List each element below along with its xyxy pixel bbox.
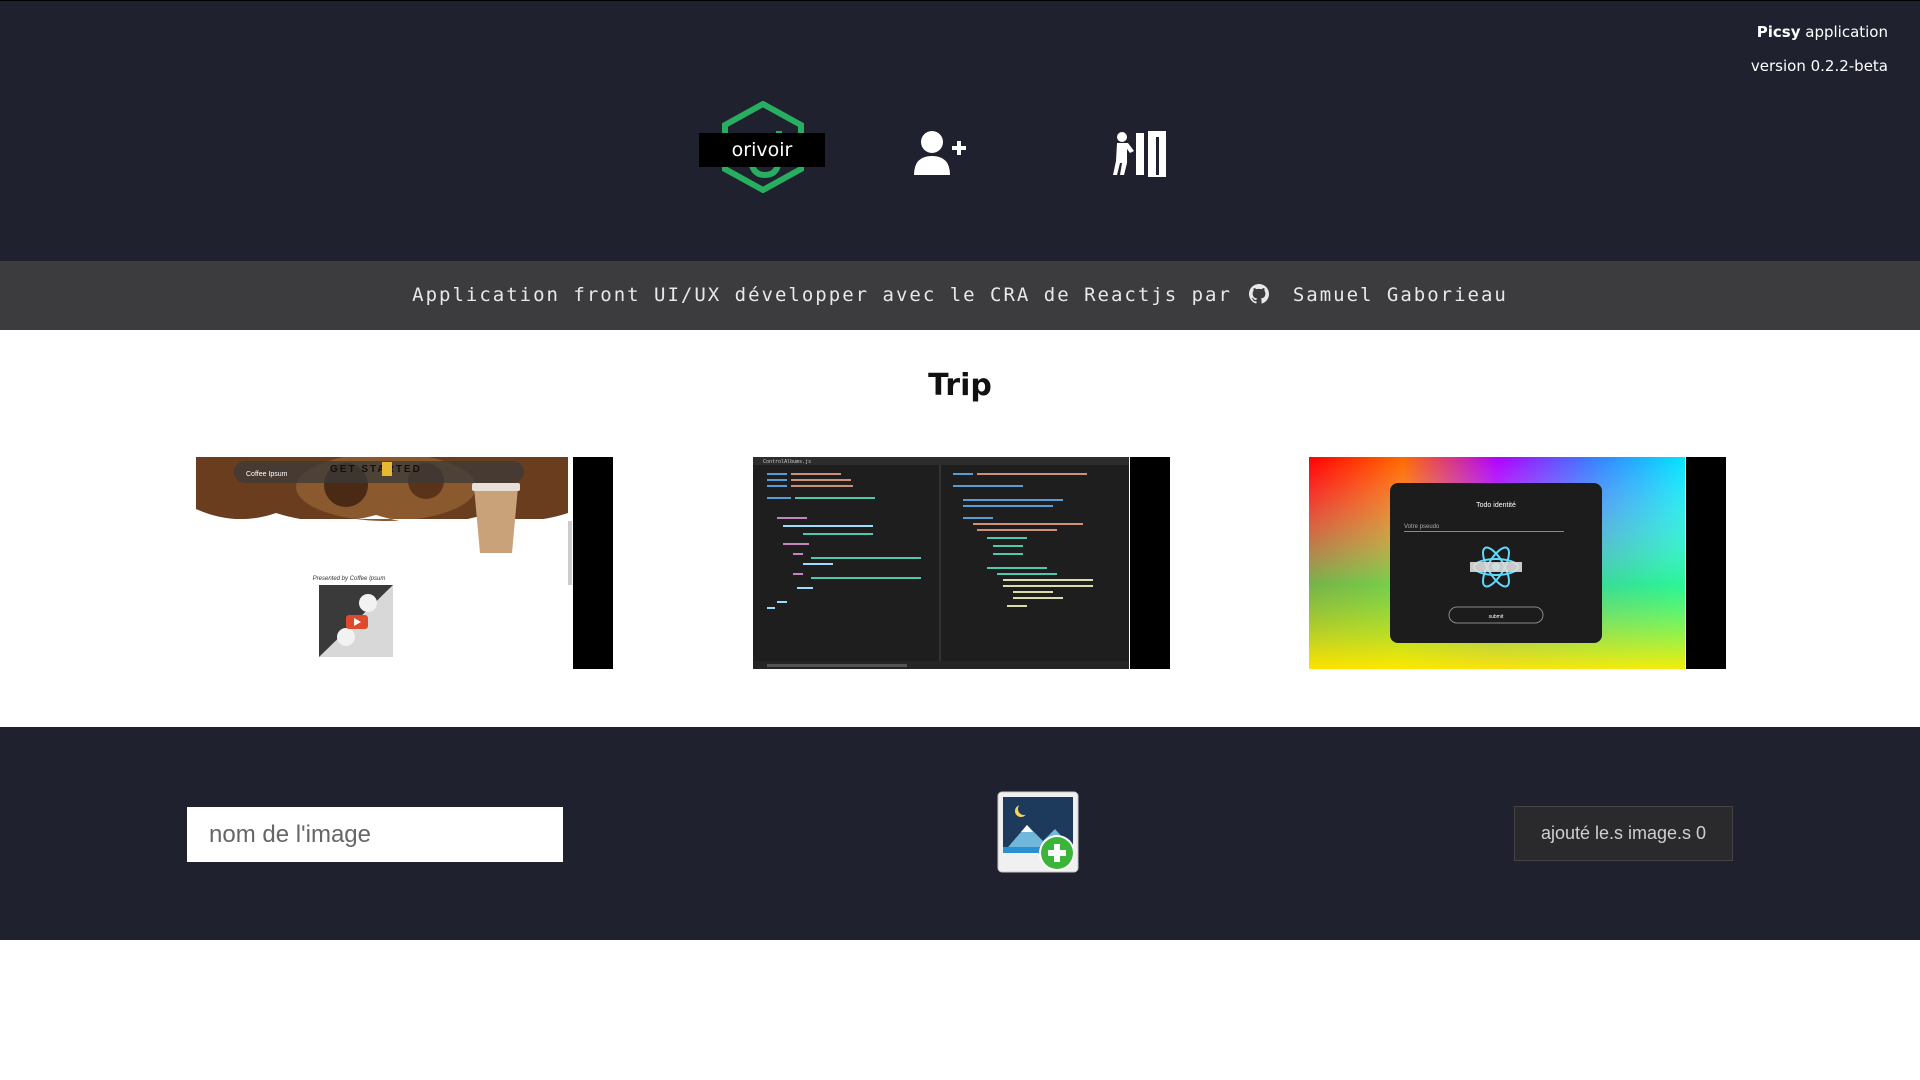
add-image-button[interactable] (997, 791, 1079, 873)
upload-images-button[interactable]: ajouté le.s image.s 0 (1514, 806, 1733, 861)
identity-form-preview: Todo identité Votre pseudo submit (1309, 457, 1685, 669)
author-link[interactable]: Samuel Gaborieau (1293, 284, 1508, 306)
photo-side-panel (1130, 457, 1170, 669)
banner-text: Application front UI/UX développer avec … (412, 284, 1232, 306)
coffee-caption: Presented by Coffee Ipsum (313, 576, 386, 582)
code-editor-preview: ControlAlbums.js (753, 457, 1129, 669)
photo-side-panel (573, 457, 613, 669)
coffee-page-preview: Coffee Ipsum GET STARTED Presented by Co… (196, 457, 572, 669)
album-title: Trip (928, 368, 992, 403)
photo-image: ControlAlbums.js (753, 457, 1129, 669)
main-nav: orivoir (0, 101, 1920, 201)
photo-side-panel (1686, 457, 1726, 669)
logout-door-icon (1113, 131, 1166, 177)
app-name: Picsy (1756, 23, 1801, 41)
app-info: Picsy application version 0.2.2-beta (1751, 15, 1888, 83)
credits-banner: Application front UI/UX développer avec … (0, 261, 1920, 330)
logo-label: orivoir (699, 133, 825, 167)
app-header: Picsy application version 0.2.2-beta ori… (0, 0, 1920, 261)
home-logo[interactable]: orivoir (699, 101, 827, 201)
add-user-button[interactable] (912, 129, 968, 177)
app-version: version 0.2.2-beta (1750, 57, 1888, 75)
photo-image: Todo identité Votre pseudo submit (1309, 457, 1685, 669)
coffee-heading: GET STARTED (330, 464, 422, 475)
add-image-icon (997, 791, 1079, 873)
form-heading: Todo identité (1476, 502, 1516, 509)
add-user-icon (914, 131, 966, 175)
album-photo-3[interactable]: Todo identité Votre pseudo submit (1309, 457, 1726, 669)
form-submit: submit (1489, 614, 1504, 620)
coffee-brand: Coffee Ipsum (246, 471, 288, 478)
photo-image: Coffee Ipsum GET STARTED Presented by Co… (196, 457, 572, 669)
app-name-suffix: application (1800, 23, 1888, 41)
form-field: Votre pseudo (1404, 524, 1440, 530)
album-photo-1[interactable]: Coffee Ipsum GET STARTED Presented by Co… (196, 457, 613, 669)
album-photo-2[interactable]: ControlAlbums.js (753, 457, 1170, 669)
image-name-input[interactable] (187, 807, 563, 862)
editor-tab: ControlAlbums.js (763, 459, 811, 465)
upload-bar: ajouté le.s image.s 0 (0, 727, 1920, 940)
logout-button[interactable] (1112, 129, 1168, 177)
github-icon (1249, 283, 1270, 304)
